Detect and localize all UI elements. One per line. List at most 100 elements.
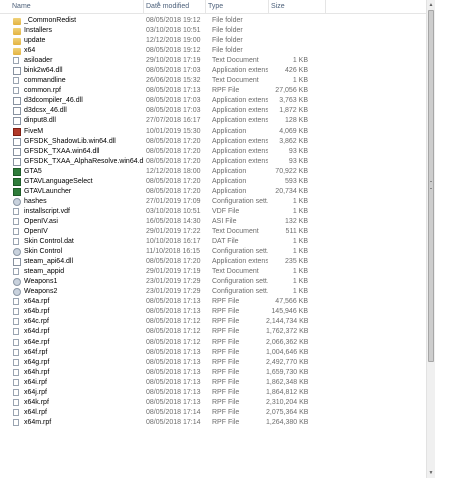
file-size: 2,492,770 KB — [266, 358, 309, 366]
file-row[interactable]: OpenIV 29/01/2019 17:22 Text Document 511 K… — [0, 227, 426, 237]
file-size: 2,310,204 KB — [266, 398, 309, 406]
file-size: 1 KB — [292, 278, 308, 286]
file-name: Installers — [24, 27, 53, 35]
file-size: 1 KB — [292, 248, 308, 256]
file-row[interactable]: FiveM 10/01/2019 15:30 Application 4,069 KB — [0, 127, 426, 137]
gear-file-icon — [13, 248, 21, 257]
file-type: RPF File — [212, 328, 240, 336]
file-row[interactable]: x64c.rpf 08/05/2018 17:12 RPF File 2,144,73… — [0, 317, 426, 327]
text-file-icon — [13, 77, 19, 85]
file-date-modified: 08/05/2018 17:12 — [146, 318, 201, 326]
file-row[interactable]: x64f.rpf 08/05/2018 17:13 RPF File 1,004,64… — [0, 348, 426, 358]
column-header-type[interactable]: Type — [206, 0, 269, 13]
vertical-scrollbar[interactable]: ▲ ▼ — [426, 0, 435, 478]
file-name: Weapons2 — [24, 288, 58, 296]
file-row[interactable]: GFSDK_ShadowLib.win64.dll 08/05/2018 17:2… — [0, 137, 426, 147]
file-row[interactable]: x64b.rpf 08/05/2018 17:13 RPF File 145,946 … — [0, 307, 426, 317]
file-row[interactable]: common.rpf 08/05/2018 17:13 RPF File 27,056… — [0, 86, 426, 96]
file-row[interactable]: GFSDK_TXAA_AlphaResolve.win64.dll 08/05/2… — [0, 157, 426, 167]
column-header-name[interactable]: Name — [0, 0, 144, 13]
file-name: Skin Control.dat — [24, 238, 74, 246]
file-row[interactable]: d3dcompiler_46.dll 08/05/2018 17:03 Applic… — [0, 96, 426, 106]
file-row[interactable]: x64j.rpf 08/05/2018 17:13 RPF File 1,864,81… — [0, 388, 426, 398]
file-type: File folder — [212, 17, 243, 24]
file-row[interactable]: installscript.vdf 03/10/2018 10:51 VDF Fil… — [0, 207, 426, 217]
file-type: Configuration sett... — [212, 197, 268, 205]
file-type: Application extens... — [212, 67, 268, 75]
file-icon — [13, 87, 19, 95]
file-type: DAT File — [212, 238, 239, 246]
file-type: Text Document — [212, 268, 259, 276]
file-row[interactable]: Weapons2 23/01/2019 17:29 Configuration se… — [0, 287, 426, 297]
file-size: 93 KB — [288, 147, 308, 155]
file-date-modified: 16/05/2018 14:30 — [146, 217, 201, 225]
folder-icon — [13, 48, 21, 56]
file-row[interactable]: hashes 27/01/2019 17:09 Configuration sett… — [0, 197, 426, 207]
file-icon — [13, 318, 19, 326]
file-row[interactable]: commandline 26/06/2018 15:32 Text Document… — [0, 76, 426, 86]
file-size: 426 KB — [285, 67, 308, 75]
file-type: VDF File — [212, 207, 240, 215]
file-date-modified: 08/05/2018 17:03 — [146, 107, 201, 115]
file-name: hashes — [24, 197, 47, 205]
file-row[interactable]: GFSDK_TXAA.win64.dll 08/05/2018 17:20 Appl… — [0, 147, 426, 157]
file-row[interactable]: x64i.rpf 08/05/2018 17:13 RPF File 1,862,34… — [0, 378, 426, 388]
file-row[interactable]: x64k.rpf 08/05/2018 17:13 RPF File 2,310,20… — [0, 398, 426, 408]
file-size: 70,922 KB — [275, 167, 308, 175]
file-icon — [13, 358, 19, 366]
file-date-modified: 03/10/2018 10:51 — [146, 27, 201, 35]
file-row[interactable]: OpenIV.asi 16/05/2018 14:30 ASI File 132 KB — [0, 217, 426, 227]
file-size: 593 KB — [285, 177, 308, 185]
file-type: File folder — [212, 27, 243, 35]
file-name: common.rpf — [24, 87, 61, 95]
file-row[interactable]: x64g.rpf 08/05/2018 17:13 RPF File 2,492,77… — [0, 358, 426, 368]
file-icon — [13, 368, 19, 376]
scroll-down-icon[interactable]: ▼ — [427, 468, 435, 478]
file-size: 2,144,734 KB — [266, 318, 309, 326]
file-row[interactable]: steam_appid 29/01/2019 17:19 Text Document… — [0, 267, 426, 277]
scrollbar-thumb[interactable] — [428, 10, 434, 362]
file-row[interactable]: x64a.rpf 08/05/2018 17:13 RPF File 47,566 K… — [0, 297, 426, 307]
file-size: 47,566 KB — [275, 298, 308, 306]
file-date-modified: 08/05/2018 17:03 — [146, 97, 201, 105]
file-row[interactable]: GTAVLauncher 08/05/2018 17:20 Application 2… — [0, 187, 426, 197]
file-row[interactable]: _CommonRedist 08/05/2018 19:12 File folder — [0, 16, 426, 26]
column-header-size[interactable]: Size — [269, 0, 326, 13]
scroll-up-icon[interactable]: ▲ — [427, 0, 435, 10]
file-row[interactable]: steam_api64.dll 08/05/2018 17:20 Applicati… — [0, 257, 426, 267]
file-row[interactable]: Installers 03/10/2018 10:51 File folder — [0, 26, 426, 36]
file-row[interactable]: dinput8.dll 27/07/2018 16:17 Application e… — [0, 116, 426, 126]
file-type: Text Document — [212, 57, 259, 65]
file-row[interactable]: x64m.rpf 08/05/2018 17:14 RPF File 1,264,38… — [0, 418, 426, 428]
file-type: RPF File — [212, 408, 240, 416]
file-date-modified: 08/05/2018 17:13 — [146, 398, 201, 406]
column-header-date-modified[interactable]: Date modified — [144, 0, 206, 13]
file-icon — [13, 308, 19, 316]
file-row[interactable]: bink2w64.dll 08/05/2018 17:03 Application … — [0, 66, 426, 76]
file-row[interactable]: update 12/12/2018 19:00 File folder — [0, 36, 426, 46]
file-size: 1,004,646 KB — [266, 348, 309, 356]
file-row[interactable]: GTA5 12/12/2018 18:00 Application 70,922 KB — [0, 167, 426, 177]
file-size: 1,862,348 KB — [266, 378, 309, 386]
file-row[interactable]: x64d.rpf 08/05/2018 17:12 RPF File 1,762,37… — [0, 327, 426, 337]
file-row[interactable]: x64h.rpf 08/05/2018 17:13 RPF File 1,659,73… — [0, 368, 426, 378]
file-type: File folder — [212, 37, 243, 45]
file-row[interactable]: d3dcsx_46.dll 08/05/2018 17:03 Application… — [0, 106, 426, 116]
text-file-icon — [13, 268, 19, 276]
file-date-modified: 08/05/2018 17:20 — [146, 137, 201, 145]
text-file-icon — [13, 227, 19, 235]
file-size: 1 KB — [292, 207, 308, 215]
file-name: d3dcompiler_46.dll — [24, 97, 83, 105]
file-date-modified: 08/05/2018 17:20 — [146, 157, 201, 165]
file-row[interactable]: asiloader 29/10/2018 17:19 Text Document 1 … — [0, 56, 426, 66]
file-row[interactable]: x64l.rpf 08/05/2018 17:14 RPF File 2,075,36… — [0, 408, 426, 418]
file-row[interactable]: Skin Control.dat 10/10/2018 16:17 DAT File… — [0, 237, 426, 247]
file-row[interactable]: x64e.rpf 08/05/2018 17:12 RPF File 2,066,36… — [0, 338, 426, 348]
file-type: Application extens... — [212, 107, 268, 115]
file-row[interactable]: Skin Control 11/10/2018 16:15 Configuratio… — [0, 247, 426, 257]
file-name: commandline — [24, 77, 66, 85]
file-type: Application extens... — [212, 117, 268, 125]
file-row[interactable]: GTAVLanguageSelect 08/05/2018 17:20 Applic… — [0, 177, 426, 187]
file-row[interactable]: Weapons1 23/01/2019 17:29 Configuration se… — [0, 277, 426, 287]
file-row[interactable]: x64 08/05/2018 19:12 File folder — [0, 46, 426, 56]
